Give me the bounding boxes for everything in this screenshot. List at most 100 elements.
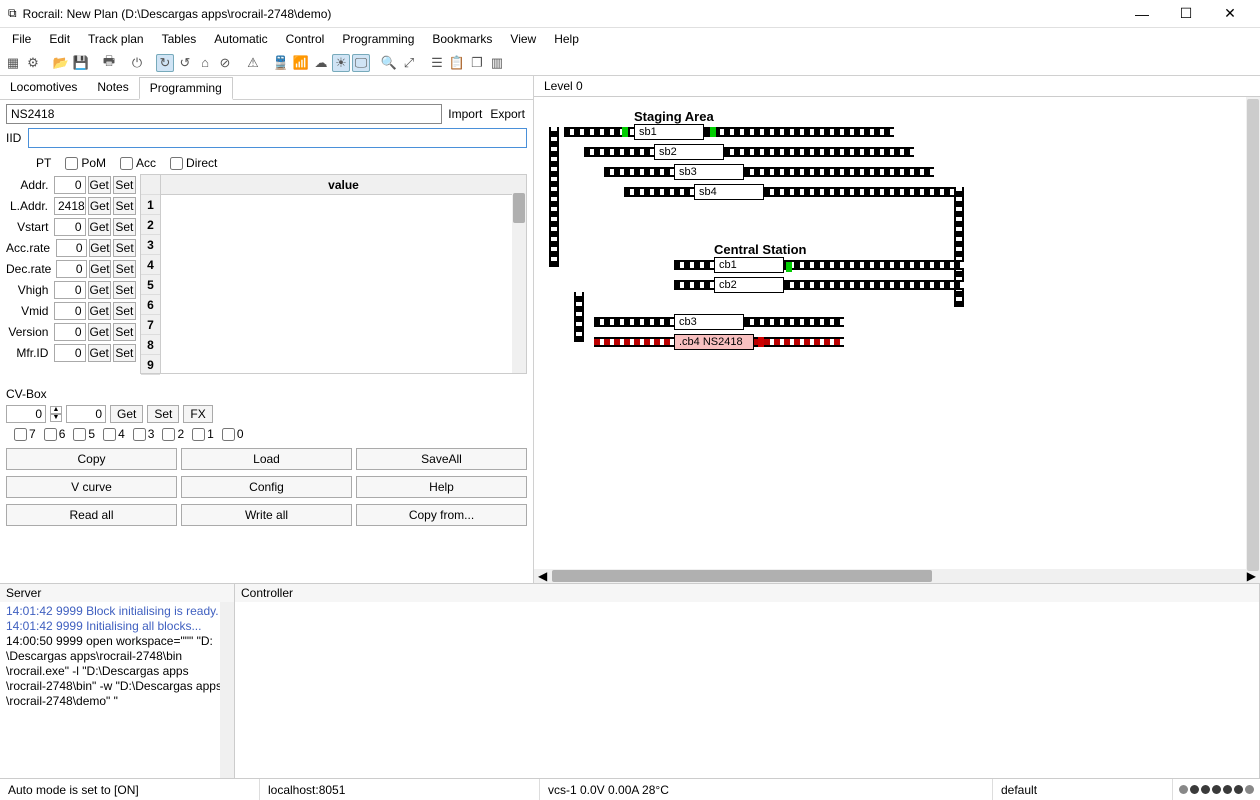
- cvbox-input-a[interactable]: [6, 405, 46, 423]
- controller-log[interactable]: [235, 602, 1259, 778]
- reset-icon[interactable]: ↺: [176, 54, 194, 72]
- home-icon[interactable]: ⌂: [196, 54, 214, 72]
- search-icon[interactable]: 🔍: [380, 54, 398, 72]
- block-cb3[interactable]: cb3: [674, 314, 744, 330]
- list-icon[interactable]: ☰: [428, 54, 446, 72]
- radio-acc[interactable]: Acc: [120, 156, 156, 170]
- cv-value[interactable]: 0: [54, 302, 85, 320]
- config-button[interactable]: Config: [181, 476, 352, 498]
- stop-icon[interactable]: ⊘: [216, 54, 234, 72]
- chk-3[interactable]: 3: [133, 427, 155, 441]
- menu-bookmarks[interactable]: Bookmarks: [424, 30, 500, 48]
- copyfrom-button[interactable]: Copy from...: [356, 504, 527, 526]
- copy-button[interactable]: Copy: [6, 448, 177, 470]
- set-button[interactable]: Set: [113, 281, 136, 299]
- chk-6[interactable]: 6: [44, 427, 66, 441]
- block-cb1[interactable]: cb1: [714, 257, 784, 273]
- tab-notes[interactable]: Notes: [87, 76, 138, 99]
- get-button[interactable]: Get: [88, 218, 111, 236]
- set-button[interactable]: Set: [113, 344, 136, 362]
- warn-icon[interactable]: ⚠: [244, 54, 262, 72]
- chk-7[interactable]: 7: [14, 427, 36, 441]
- menu-help[interactable]: Help: [546, 30, 587, 48]
- cv-value[interactable]: 0: [56, 239, 87, 257]
- open-icon[interactable]: 📂: [52, 54, 70, 72]
- block-sb1[interactable]: sb1: [634, 124, 704, 140]
- cvbox-set-button[interactable]: Set: [147, 405, 179, 423]
- loco-select[interactable]: NS2418: [6, 104, 442, 124]
- block-sb4[interactable]: sb4: [694, 184, 764, 200]
- menu-file[interactable]: File: [4, 30, 39, 48]
- wifi-icon[interactable]: 📶: [292, 54, 310, 72]
- cv-value[interactable]: 0: [56, 260, 87, 278]
- set-button[interactable]: Set: [113, 176, 136, 194]
- import-button[interactable]: Import: [446, 107, 484, 121]
- cv-value[interactable]: 0: [54, 281, 85, 299]
- set-button[interactable]: Set: [113, 239, 136, 257]
- train-icon[interactable]: 🚆: [272, 54, 290, 72]
- plan-vscroll[interactable]: [1246, 97, 1260, 569]
- toolbar-icon[interactable]: ▦: [4, 54, 22, 72]
- chk-2[interactable]: 2: [162, 427, 184, 441]
- menu-programming[interactable]: Programming: [334, 30, 422, 48]
- auto-icon[interactable]: ↻: [156, 54, 174, 72]
- get-button[interactable]: Get: [88, 323, 111, 341]
- chk-4[interactable]: 4: [103, 427, 125, 441]
- tab-programming[interactable]: Programming: [139, 77, 233, 100]
- server-log[interactable]: 14:01:42 9999 Block initialising is read…: [0, 602, 234, 778]
- block-sb3[interactable]: sb3: [674, 164, 744, 180]
- tab-locomotives[interactable]: Locomotives: [0, 76, 87, 99]
- saveall-button[interactable]: SaveAll: [356, 448, 527, 470]
- cv-value[interactable]: 2418: [54, 197, 86, 215]
- server-log-scroll[interactable]: [220, 602, 234, 778]
- close-button[interactable]: ✕: [1208, 0, 1252, 28]
- window-icon[interactable]: ❐: [468, 54, 486, 72]
- block-sb2[interactable]: sb2: [654, 144, 724, 160]
- export-button[interactable]: Export: [488, 107, 527, 121]
- gear-icon[interactable]: ⚙: [24, 54, 42, 72]
- get-button[interactable]: Get: [88, 281, 111, 299]
- value-table[interactable]: 123 456 789 value: [140, 174, 527, 374]
- get-button[interactable]: Get: [88, 176, 111, 194]
- get-button[interactable]: Get: [88, 197, 111, 215]
- menu-tables[interactable]: Tables: [154, 30, 205, 48]
- set-button[interactable]: Set: [113, 323, 136, 341]
- level-tab[interactable]: Level 0: [534, 76, 1260, 97]
- light-icon[interactable]: ☀: [332, 54, 350, 72]
- get-button[interactable]: Get: [88, 344, 111, 362]
- set-button[interactable]: Set: [113, 197, 136, 215]
- cloud-icon[interactable]: ☁: [312, 54, 330, 72]
- writeall-button[interactable]: Write all: [181, 504, 352, 526]
- load-button[interactable]: Load: [181, 448, 352, 470]
- cvbox-input-b[interactable]: [66, 405, 106, 423]
- block-cb2[interactable]: cb2: [714, 277, 784, 293]
- panel-icon[interactable]: ▥: [488, 54, 506, 72]
- minimize-button[interactable]: —: [1120, 0, 1164, 28]
- save-icon[interactable]: 💾: [72, 54, 90, 72]
- chk-1[interactable]: 1: [192, 427, 214, 441]
- radio-pom[interactable]: PoM: [65, 156, 106, 170]
- readall-button[interactable]: Read all: [6, 504, 177, 526]
- clip-icon[interactable]: 📋: [448, 54, 466, 72]
- menu-trackplan[interactable]: Track plan: [80, 30, 152, 48]
- spinner[interactable]: ▲▼: [50, 406, 62, 422]
- radio-direct[interactable]: Direct: [170, 156, 217, 170]
- cvbox-fx-button[interactable]: FX: [183, 405, 212, 423]
- plan-hscroll[interactable]: ◀▶: [534, 569, 1260, 583]
- set-button[interactable]: Set: [113, 218, 136, 236]
- cv-value[interactable]: 0: [54, 218, 85, 236]
- print-icon[interactable]: 🖶: [100, 54, 118, 72]
- chk-0[interactable]: 0: [222, 427, 244, 441]
- get-button[interactable]: Get: [88, 302, 111, 320]
- cvbox-get-button[interactable]: Get: [110, 405, 143, 423]
- get-button[interactable]: Get: [89, 239, 112, 257]
- cv-value[interactable]: 0: [54, 176, 85, 194]
- help-button[interactable]: Help: [356, 476, 527, 498]
- maximize-button[interactable]: ☐: [1164, 0, 1208, 28]
- cv-value[interactable]: 0: [54, 344, 85, 362]
- set-button[interactable]: Set: [113, 302, 136, 320]
- block-cb4[interactable]: .cb4 NS2418: [674, 334, 754, 350]
- value-scrollbar[interactable]: [512, 175, 526, 373]
- menu-automatic[interactable]: Automatic: [206, 30, 275, 48]
- get-button[interactable]: Get: [89, 260, 112, 278]
